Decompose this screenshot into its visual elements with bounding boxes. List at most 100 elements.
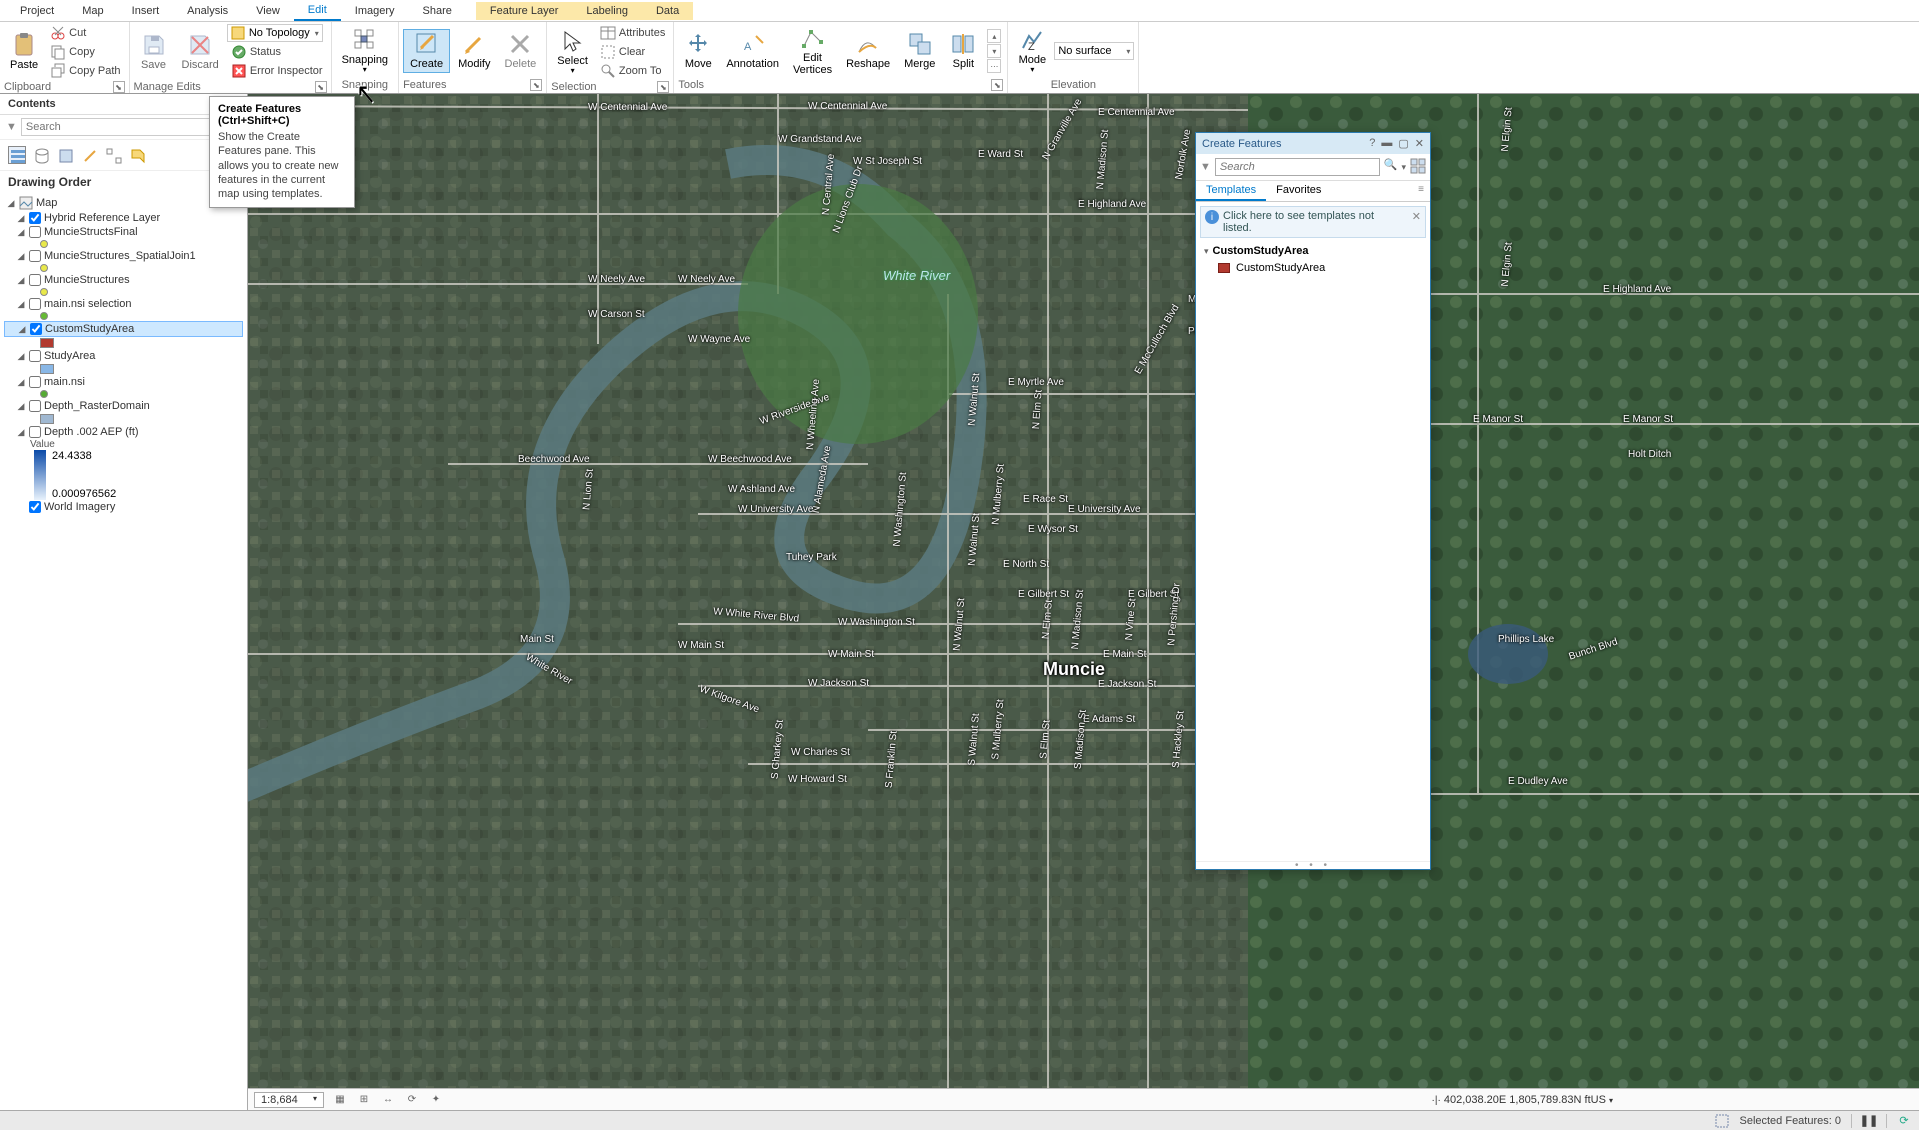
- elevation-mode-button[interactable]: ZMode▾: [1012, 26, 1052, 77]
- layer-checkbox[interactable]: [29, 274, 41, 286]
- filter-icon[interactable]: ▼: [6, 121, 17, 133]
- sb-inference-icon[interactable]: ✦: [428, 1092, 444, 1108]
- cf-manage-templates-icon[interactable]: [1410, 158, 1426, 176]
- list-by-source-icon[interactable]: [32, 146, 50, 164]
- features-launcher-icon[interactable]: ⬊: [530, 79, 542, 91]
- layer-checkbox[interactable]: [29, 212, 41, 224]
- layer-checkbox[interactable]: [29, 350, 41, 362]
- layer-checkbox[interactable]: [29, 400, 41, 412]
- layer-row[interactable]: ◢StudyArea: [4, 349, 243, 363]
- surface-combo[interactable]: No surface▾: [1054, 42, 1134, 60]
- tab-data[interactable]: Data: [642, 2, 693, 20]
- error-inspector-button[interactable]: Error Inspector: [227, 62, 327, 80]
- coordinates-readout[interactable]: ·|· 402,038.20E 1,805,789.83N ftUS ▾: [1432, 1094, 1613, 1106]
- cf-tab-templates[interactable]: Templates: [1196, 181, 1266, 201]
- layer-row[interactable]: ◢MuncieStructures: [4, 273, 243, 287]
- list-by-editing-icon[interactable]: [80, 146, 98, 164]
- tools-launcher-icon[interactable]: ⬊: [991, 79, 1003, 91]
- list-by-labeling-icon[interactable]: [128, 146, 146, 164]
- cut-button[interactable]: Cut: [46, 24, 124, 42]
- layer-checkbox[interactable]: [29, 426, 41, 438]
- paste-button[interactable]: Paste: [4, 31, 44, 73]
- tab-insert[interactable]: Insert: [118, 2, 174, 20]
- cf-dock-icon[interactable]: ▢: [1398, 137, 1408, 150]
- cf-autohide-icon[interactable]: ▬: [1381, 137, 1392, 150]
- layer-checkbox[interactable]: [30, 323, 42, 335]
- sb-snap-icon[interactable]: ⊞: [356, 1092, 372, 1108]
- layer-row[interactable]: ◢CustomStudyArea: [4, 321, 243, 337]
- select-button[interactable]: Select▾: [551, 27, 594, 78]
- gallery-expand-icon[interactable]: ⋯: [987, 59, 1001, 73]
- layer-checkbox[interactable]: [29, 501, 41, 513]
- cf-tabs-menu-icon[interactable]: ≡: [1412, 181, 1430, 201]
- tab-map[interactable]: Map: [68, 2, 117, 20]
- topology-combo[interactable]: No Topology▾: [227, 24, 323, 42]
- move-tool-button[interactable]: Move: [678, 30, 718, 72]
- clear-selection-button[interactable]: Clear: [596, 43, 669, 61]
- layer-checkbox[interactable]: [29, 250, 41, 262]
- tab-imagery[interactable]: Imagery: [341, 2, 409, 20]
- cf-close-icon[interactable]: ✕: [1415, 137, 1424, 150]
- scale-input[interactable]: 1:8,684▾: [254, 1092, 324, 1108]
- layer-row-world-imagery[interactable]: ◢World Imagery: [4, 500, 243, 514]
- list-by-snapping-icon[interactable]: [104, 146, 122, 164]
- layer-row[interactable]: ◢Depth_RasterDomain: [4, 399, 243, 413]
- sb-correction-icon[interactable]: ⟳: [404, 1092, 420, 1108]
- cf-help-icon[interactable]: ?: [1369, 137, 1375, 150]
- layer-row-depth-002[interactable]: ◢Depth .002 AEP (ft): [4, 425, 243, 439]
- sb-constraints-icon[interactable]: ↔: [380, 1092, 396, 1108]
- cf-filter-icon[interactable]: ▼: [1200, 158, 1211, 176]
- layer-row[interactable]: ◢Hybrid Reference Layer: [4, 211, 243, 225]
- snapping-button[interactable]: Snapping▾: [336, 26, 395, 77]
- map-root[interactable]: ◢ Map: [4, 195, 243, 211]
- layer-row[interactable]: ◢MuncieStructsFinal: [4, 225, 243, 239]
- split-tool-button[interactable]: Split: [943, 30, 983, 72]
- merge-tool-button[interactable]: Merge: [898, 30, 941, 72]
- clipboard-launcher-icon[interactable]: ⬊: [113, 81, 125, 93]
- zoom-to-button[interactable]: Zoom To: [596, 62, 669, 80]
- delete-features-button[interactable]: Delete: [499, 30, 543, 72]
- cf-search-dropdown-icon[interactable]: ▾: [1401, 158, 1406, 176]
- create-features-button[interactable]: Create: [403, 29, 450, 73]
- cf-info-bar[interactable]: i Click here to see templates not listed…: [1200, 206, 1426, 238]
- gallery-down-icon[interactable]: ▾: [987, 44, 1001, 58]
- tab-labeling[interactable]: Labeling: [572, 2, 642, 20]
- layer-checkbox[interactable]: [29, 376, 41, 388]
- discard-edits-button[interactable]: Discard: [176, 31, 225, 73]
- modify-features-button[interactable]: Modify: [452, 30, 496, 72]
- layer-checkbox[interactable]: [29, 226, 41, 238]
- layer-row[interactable]: ◢main.nsi: [4, 375, 243, 389]
- list-by-selection-icon[interactable]: [56, 146, 74, 164]
- layer-checkbox[interactable]: [29, 298, 41, 310]
- tab-share[interactable]: Share: [409, 2, 466, 20]
- attributes-button[interactable]: Attributes: [596, 24, 669, 42]
- save-edits-button[interactable]: Save: [134, 31, 174, 73]
- tab-feature-layer[interactable]: Feature Layer: [476, 2, 572, 20]
- tab-analysis[interactable]: Analysis: [173, 2, 242, 20]
- sb-grid-icon[interactable]: ▦: [332, 1092, 348, 1108]
- copy-button[interactable]: Copy: [46, 43, 124, 61]
- cf-search-icon[interactable]: 🔍: [1384, 158, 1398, 176]
- copy-path-button[interactable]: Copy Path: [46, 62, 124, 80]
- tab-project[interactable]: Project: [6, 2, 68, 20]
- cf-resize-gripper[interactable]: • • •: [1196, 861, 1430, 869]
- selection-launcher-icon[interactable]: ⬊: [657, 81, 669, 93]
- cf-info-close-icon[interactable]: ✕: [1412, 210, 1421, 223]
- tab-view[interactable]: View: [242, 2, 294, 20]
- layer-row[interactable]: ◢main.nsi selection: [4, 297, 243, 311]
- pause-drawing-icon[interactable]: ❚❚: [1862, 1114, 1876, 1128]
- annotation-tool-button[interactable]: AAnnotation: [720, 30, 785, 72]
- cf-search-input[interactable]: [1215, 158, 1380, 176]
- cf-template-row[interactable]: CustomStudyArea: [1196, 260, 1430, 276]
- list-by-drawing-order-icon[interactable]: [8, 146, 26, 164]
- reshape-tool-button[interactable]: Reshape: [840, 30, 896, 72]
- manage-launcher-icon[interactable]: ⬊: [315, 81, 327, 93]
- cf-tab-favorites[interactable]: Favorites: [1266, 181, 1331, 201]
- tab-edit[interactable]: Edit: [294, 1, 341, 21]
- status-button[interactable]: Status: [227, 43, 327, 61]
- map-view[interactable]: W Centennial AveW Centennial AveE Centen…: [248, 94, 1919, 1110]
- layer-row[interactable]: ◢MuncieStructures_SpatialJoin1: [4, 249, 243, 263]
- edit-vertices-button[interactable]: Edit Vertices: [787, 24, 838, 78]
- gallery-up-icon[interactable]: ▴: [987, 29, 1001, 43]
- cf-header[interactable]: Create Features ? ▬ ▢ ✕: [1196, 133, 1430, 154]
